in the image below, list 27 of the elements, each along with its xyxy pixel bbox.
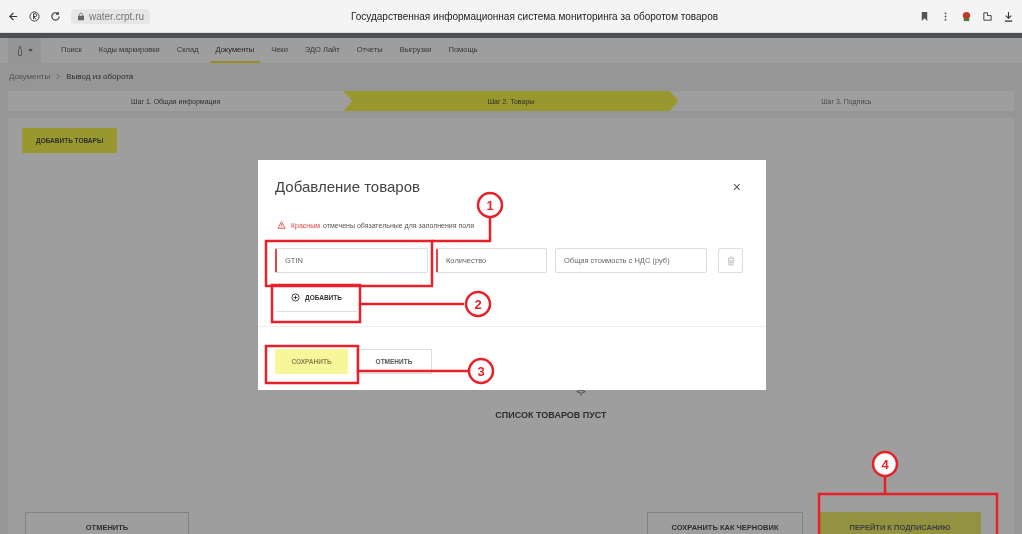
chevron-icon bbox=[56, 72, 61, 80]
download-icon[interactable] bbox=[1003, 10, 1014, 22]
product-switcher[interactable] bbox=[8, 38, 41, 63]
address-bar[interactable]: water.crpt.ru bbox=[71, 8, 151, 24]
callout-badge: 3 bbox=[467, 357, 495, 385]
plus-circle-icon bbox=[291, 293, 301, 302]
warning-icon bbox=[277, 221, 286, 229]
empty-list-message: СПИСОК ТОВАРОВ ПУСТ bbox=[495, 410, 607, 420]
bookmark-icon[interactable] bbox=[919, 10, 930, 22]
url-text: water.crpt.ru bbox=[89, 10, 145, 22]
callout-badge: 1 bbox=[476, 191, 504, 219]
breadcrumb-current: Вывод из оборота bbox=[66, 71, 134, 81]
back-icon[interactable] bbox=[8, 10, 19, 22]
extension-icon[interactable] bbox=[961, 10, 972, 22]
trash-icon bbox=[726, 255, 735, 266]
caret-icon bbox=[27, 49, 33, 52]
bottle-icon bbox=[16, 44, 23, 57]
close-button[interactable]: × bbox=[724, 178, 749, 195]
breadcrumb-link[interactable]: Документы bbox=[9, 71, 51, 81]
page-title: Государственная информационная система мониторинга за оборотом товаров bbox=[349, 10, 720, 22]
extension-icon[interactable] bbox=[982, 10, 993, 22]
browser-logo-icon[interactable] bbox=[29, 10, 40, 22]
callout-badge: 2 bbox=[464, 290, 492, 318]
callout-badge: 4 bbox=[871, 450, 899, 478]
lock-icon bbox=[77, 11, 85, 21]
dialog-title: Добавление товаров bbox=[275, 178, 420, 195]
reload-icon[interactable] bbox=[50, 10, 61, 22]
